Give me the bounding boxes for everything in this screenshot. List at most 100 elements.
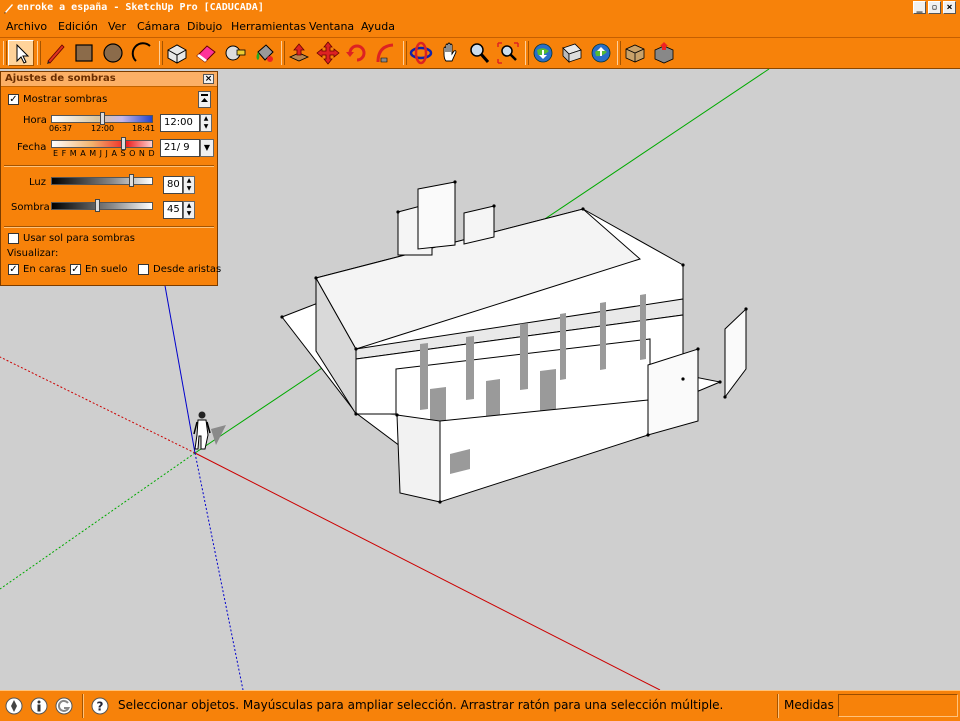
svg-text:?: ? [97,700,104,714]
date-slider[interactable] [51,140,153,148]
display-label: Visualizar: [7,248,59,259]
zoom-icon[interactable] [466,40,492,66]
shade-slider-thumb[interactable] [94,199,100,212]
share-model-icon[interactable] [559,40,585,66]
use-sun-label: Usar sol para sombras [23,233,135,244]
menu-bar: Archivo Edición Ver Cámara Dibujo Herram… [0,17,960,38]
shade-label: Sombra [11,202,50,213]
help-icon[interactable]: ? [90,696,110,716]
menu-dibujo[interactable]: Dibujo [187,20,222,33]
circle-tool-icon[interactable] [100,40,126,66]
toolbar-separator [617,41,621,65]
menu-camara[interactable]: Cámara [137,20,180,33]
panel-divider [4,226,214,228]
geo-location-icon[interactable] [4,696,24,716]
blue-axis-positive [161,268,196,454]
on-faces-label: En caras [23,264,66,275]
warehouse-model-icon[interactable] [651,40,677,66]
rectangle-tool-icon[interactable] [71,40,97,66]
make-component-icon[interactable] [164,40,190,66]
orbit-icon[interactable] [408,40,434,66]
toolbar-separator [403,41,407,65]
follow-me-icon[interactable] [373,40,399,66]
date-dropdown-button[interactable]: ▼ [200,139,214,157]
menu-archivo[interactable]: Archivo [6,20,47,33]
push-pull-icon[interactable] [286,40,312,66]
title-bar: enroke a españa - SketchUp Pro [CADUCADA… [0,0,960,17]
panel-title: Ajustes de sombras [5,73,116,84]
light-slider[interactable] [51,177,153,185]
toolbar-separator [525,41,529,65]
paint-bucket-icon[interactable] [252,40,278,66]
share-component-icon[interactable] [588,40,614,66]
menu-ver[interactable]: Ver [108,20,126,33]
shade-input[interactable]: 45 [163,201,183,219]
status-message: Seleccionar objetos. Mayúsculas para amp… [118,698,724,712]
restore-button[interactable]: ▫ [928,1,941,14]
time-mid-label: 12:00 [91,124,115,133]
select-tool-icon[interactable] [8,40,34,66]
line-tool-icon[interactable] [43,40,69,66]
time-end-label: 18:41 [132,124,156,133]
zoom-extents-icon[interactable] [495,40,521,66]
rotate-icon[interactable] [344,40,370,66]
roof-panel-2 [417,181,456,250]
measurements-label: Medidas [784,698,834,712]
date-label: Fecha [17,142,47,153]
on-ground-label: En suelo [85,264,128,275]
tape-measure-icon[interactable] [222,40,248,66]
pan-icon[interactable] [437,40,463,66]
warehouse-component-icon[interactable] [622,40,648,66]
window-title: enroke a españa - SketchUp Pro [CADUCADA… [17,2,264,13]
use-sun-checkbox[interactable] [8,233,19,244]
arc-tool-icon[interactable] [130,40,156,66]
eraser-icon[interactable] [193,40,219,66]
toolbar-separator [159,41,163,65]
shade-spinner[interactable]: ▲ ▼ [183,201,195,219]
toolbar-grip[interactable] [3,41,7,65]
from-edges-label: Desde aristas [153,264,222,275]
green-axis-negative [0,452,196,590]
months-label: E F M A M J J A S O N D [53,149,156,158]
panel-title-bar[interactable]: Ajustes de sombras × [1,72,217,87]
toolbar-separator [37,41,41,65]
measurements-input[interactable] [838,694,958,717]
panel-close-button[interactable]: × [203,74,214,84]
status-divider [82,694,84,718]
on-ground-checkbox[interactable]: ✓ [70,264,81,275]
show-shadows-label: Mostrar sombras [23,94,108,105]
toolbar-separator [281,41,285,65]
show-shadows-checkbox[interactable]: ✓ [8,94,19,105]
from-edges-checkbox[interactable] [138,264,149,275]
red-axis-negative [0,356,196,454]
light-spinner[interactable]: ▲ ▼ [183,176,195,194]
status-bar: ? Seleccionar objetos. Mayúsculas para a… [0,690,960,721]
side-panel-far [724,307,747,399]
shade-slider[interactable] [51,202,153,210]
menu-ventana[interactable]: Ventana [309,20,354,33]
panel-collapse-button[interactable] [198,91,211,108]
date-input[interactable]: 21/ 9 [160,139,200,157]
google-signin-icon[interactable] [54,696,74,716]
roof-panel-3 [463,205,495,245]
credits-icon[interactable] [29,696,49,716]
menu-ayuda[interactable]: Ayuda [361,20,395,33]
get-models-icon[interactable] [530,40,556,66]
time-spinner[interactable]: ▲ ▼ [200,114,212,132]
blue-axis-negative [194,452,244,690]
time-label: Hora [23,115,47,126]
toolbar [0,38,960,69]
menu-edicion[interactable]: Edición [58,20,98,33]
sketchup-logo-icon [4,4,13,14]
light-slider-thumb[interactable] [128,174,134,187]
move-icon[interactable] [315,40,341,66]
light-input[interactable]: 80 [163,176,183,194]
panel-divider [4,165,214,167]
front-panel-left [396,414,441,503]
on-faces-checkbox[interactable]: ✓ [8,264,19,275]
menu-herramientas[interactable]: Herramientas [231,20,306,33]
status-divider [777,694,779,718]
time-input[interactable]: 12:00 [160,114,200,132]
minimize-button[interactable]: _ [913,1,926,14]
close-button[interactable]: × [943,1,956,14]
